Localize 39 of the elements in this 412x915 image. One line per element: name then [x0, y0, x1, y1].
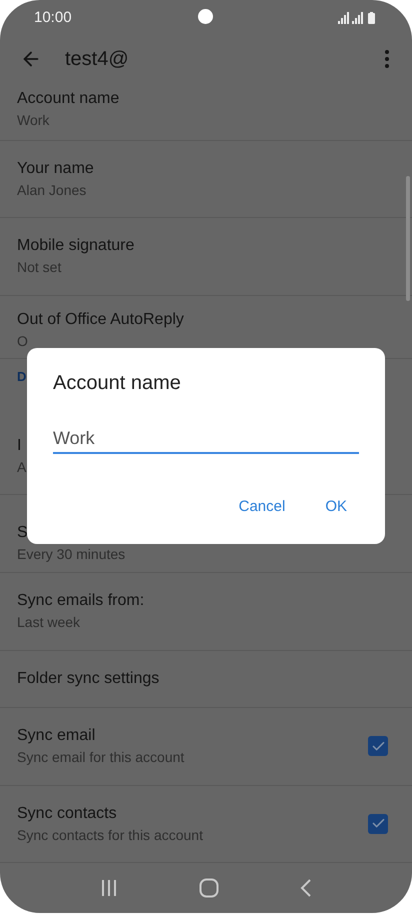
item-subtitle: Every 30 minutes — [17, 544, 126, 564]
dialog-button[interactable]: OK — [309, 492, 363, 522]
item-subtitle: Sync contacts for this account — [17, 826, 203, 845]
section-header: D — [17, 369, 26, 384]
scrollbar[interactable] — [406, 176, 410, 301]
home-icon[interactable] — [198, 878, 219, 898]
item-subtitle: Alan Jones — [17, 181, 86, 200]
item-subtitle: Not set — [17, 258, 62, 278]
settings-item[interactable]: Sync email Sync email for this account — [0, 708, 412, 786]
app-title: test4@ — [65, 47, 130, 72]
more-options-icon — [385, 50, 389, 68]
item-subtitle: A — [17, 458, 26, 478]
item-title: Account name — [17, 88, 120, 109]
item-subtitle: O — [17, 332, 28, 351]
settings-item[interactable]: Sync emails from: Last week — [0, 573, 412, 651]
back-nav-icon[interactable] — [300, 879, 312, 897]
item-title: Your name — [17, 159, 94, 179]
settings-item[interactable]: Folder sync settings — [0, 650, 412, 708]
account-name-field[interactable]: Work — [53, 424, 359, 454]
recent-apps-icon[interactable] — [100, 879, 118, 897]
item-subtitle: Sync email for this account — [17, 748, 184, 768]
item-title: S — [17, 522, 28, 543]
settings-item[interactable]: Account name Work — [0, 82, 412, 141]
item-title: Mobile signature — [17, 236, 134, 256]
status-icons — [338, 12, 378, 24]
item-title: Out of Office AutoReply — [17, 310, 184, 330]
dialog-button[interactable]: Cancel — [222, 492, 302, 522]
dialog-title: Account name — [53, 371, 182, 396]
item-subtitle: Work — [17, 110, 50, 130]
settings-item[interactable]: Sync contacts Sync contacts for this account — [0, 786, 412, 863]
status-time: 10:00 — [34, 8, 72, 28]
item-title: I — [17, 436, 22, 456]
checkbox[interactable] — [368, 814, 388, 834]
item-title: Sync emails from: — [17, 591, 144, 612]
checkbox[interactable] — [368, 736, 388, 756]
item-title: Folder sync settings — [17, 668, 160, 689]
item-subtitle: Last week — [17, 613, 80, 632]
item-title: Sync email — [17, 726, 96, 746]
item-title: Sync contacts — [17, 804, 117, 824]
